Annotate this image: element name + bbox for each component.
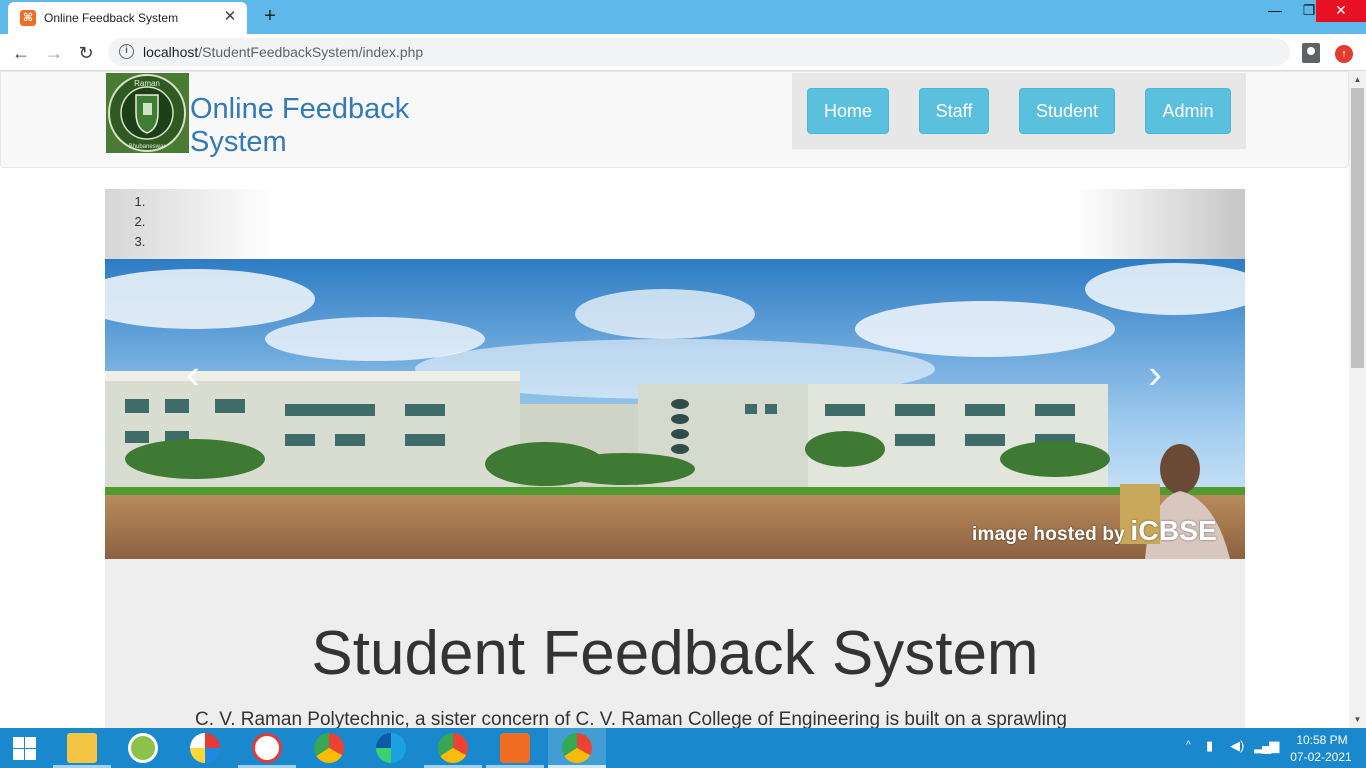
taskbar-edge[interactable] <box>362 728 420 768</box>
volume-icon[interactable]: ◀) <box>1230 738 1244 754</box>
college-logo: Raman Bhubaneswar <box>106 73 189 153</box>
windows-start-icon[interactable] <box>0 728 48 768</box>
svg-text:Raman: Raman <box>134 79 160 88</box>
jumbotron-text: C. V. Raman Polytechnic, a sister concer… <box>195 709 1067 728</box>
system-tray: ^ ▮ ◀) ▂▄▆ 10:58 PM 07-02-2021 <box>1182 728 1366 768</box>
browser-titlebar: ⌘ Online Feedback System ✕ + — ❐ ✕ <box>0 0 1366 34</box>
xampp-icon <box>500 733 530 763</box>
chrome-icon <box>438 733 468 763</box>
main-nav: Home Staff Student Admin <box>792 73 1246 149</box>
chrome-icon <box>562 733 592 763</box>
taskbar-chrome-2[interactable] <box>424 728 482 768</box>
nav-student-button[interactable]: Student <box>1019 88 1115 134</box>
tab-title: Online Feedback System <box>44 11 179 25</box>
page-scrollbar[interactable]: ▲ ▼ <box>1349 71 1366 728</box>
image-carousel: ‹ › image hosted by iCBSE <box>105 189 1245 559</box>
url-text[interactable]: localhost/StudentFeedbackSystem/index.ph… <box>143 44 423 60</box>
url-host: localhost <box>143 44 199 60</box>
taskbar-xampp[interactable] <box>486 728 544 768</box>
browser-toolbar: ← → ↻ i localhost/StudentFeedbackSystem/… <box>0 34 1366 71</box>
address-bar[interactable]: i localhost/StudentFeedbackSystem/index.… <box>108 38 1290 66</box>
svg-text:Bhubaneswar: Bhubaneswar <box>129 144 166 150</box>
taskbar-chrome-active[interactable] <box>548 728 606 768</box>
tray-expand-icon[interactable]: ^ <box>1186 740 1191 751</box>
site-brand[interactable]: Online Feedback System <box>190 93 450 159</box>
chrome-icon <box>314 733 344 763</box>
carousel-slide-image: ‹ › image hosted by iCBSE <box>105 259 1245 559</box>
clock-time[interactable]: 10:58 PM <box>1292 733 1352 747</box>
site-info-icon[interactable]: i <box>119 44 134 59</box>
snipping-tool-icon <box>252 733 282 763</box>
site-navbar: Raman Bhubaneswar Online Feedback System… <box>0 71 1349 168</box>
back-button[interactable]: ← <box>8 40 34 66</box>
battery-icon[interactable]: ▮ <box>1206 738 1213 754</box>
tab-close-icon[interactable]: ✕ <box>221 8 239 26</box>
watermark-brand-text: iCBSE <box>1130 515 1217 546</box>
scroll-up-arrow-icon[interactable]: ▲ <box>1349 71 1366 88</box>
security-app-icon <box>128 733 158 763</box>
new-tab-button[interactable]: + <box>258 5 282 29</box>
scroll-down-arrow-icon[interactable]: ▼ <box>1349 711 1366 728</box>
taskbar-paint-app[interactable] <box>176 728 234 768</box>
carousel-prev-button[interactable]: ‹ <box>173 353 213 395</box>
close-window-button[interactable]: ✕ <box>1316 0 1366 22</box>
taskbar-chrome-1[interactable] <box>300 728 358 768</box>
carousel-indicators <box>105 189 1245 259</box>
brand-line-2: System <box>190 126 287 158</box>
brand-line-1: Online Feedback <box>190 93 410 125</box>
nav-staff-button[interactable]: Staff <box>919 88 989 134</box>
windows-taskbar: ^ ▮ ◀) ▂▄▆ 10:58 PM 07-02-2021 <box>0 728 1366 768</box>
nav-admin-button[interactable]: Admin <box>1145 88 1231 134</box>
watermark-small-text: image hosted by <box>972 524 1131 545</box>
carousel-next-button[interactable]: › <box>1135 353 1175 395</box>
nav-home-button[interactable]: Home <box>807 88 889 134</box>
file-explorer-icon <box>67 733 97 763</box>
paint-app-icon <box>190 733 220 763</box>
taskbar-file-explorer[interactable] <box>53 728 111 768</box>
jumbotron-title: Student Feedback System <box>311 619 1039 688</box>
xampp-favicon-icon: ⌘ <box>20 10 36 26</box>
image-watermark: image hosted by iCBSE <box>972 515 1217 547</box>
network-icon[interactable]: ▂▄▆ <box>1254 738 1279 754</box>
reload-button[interactable]: ↻ <box>73 40 99 66</box>
browser-tab[interactable]: ⌘ Online Feedback System ✕ <box>8 2 247 34</box>
extension-icon[interactable] <box>1302 43 1320 63</box>
page-viewport: Raman Bhubaneswar Online Feedback System… <box>0 71 1366 728</box>
jumbotron: Student Feedback System C. V. Raman Poly… <box>105 559 1245 728</box>
url-path: /StudentFeedbackSystem/index.php <box>198 44 424 60</box>
scroll-thumb[interactable] <box>1351 88 1364 368</box>
chrome-update-icon[interactable]: ↑ <box>1335 45 1353 63</box>
taskbar-security-app[interactable] <box>114 728 172 768</box>
clock-date[interactable]: 07-02-2021 <box>1286 750 1356 764</box>
edge-icon <box>376 733 406 763</box>
forward-button[interactable]: → <box>41 40 67 66</box>
taskbar-snipping-tool[interactable] <box>238 728 296 768</box>
